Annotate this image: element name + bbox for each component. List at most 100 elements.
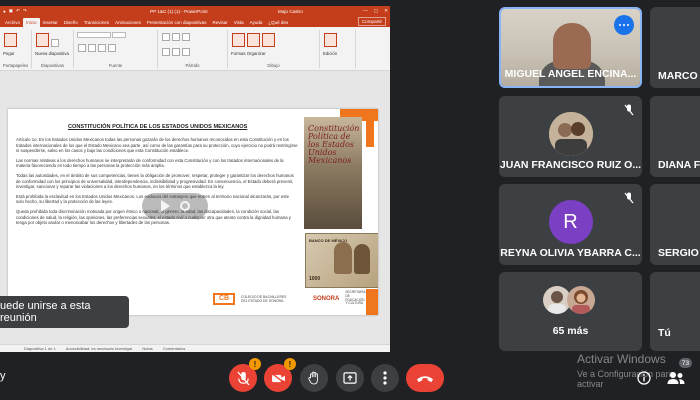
group-label: Portapapeles	[2, 63, 29, 68]
window-title: PP 1&C (1) (1) - PowerPoint	[150, 8, 208, 14]
undo-icon[interactable]: ↶	[16, 8, 20, 14]
find-icon[interactable]	[324, 33, 337, 47]
decor-bar	[366, 121, 374, 147]
arrange-label: Organizar	[246, 51, 266, 56]
windows-activation-title: Activar Windows	[577, 352, 666, 366]
participant-tile[interactable]: SERGIO A	[650, 184, 700, 265]
participant-count-badge: 73	[679, 358, 692, 368]
mic-off-icon	[624, 104, 634, 116]
constitution-image: Constitución Política de los Estados Uni…	[304, 117, 362, 229]
font-size-select[interactable]	[112, 32, 127, 38]
participant-name: JUAN FRANCISCO RUIZ O...	[499, 159, 642, 171]
meeting-name-fragment: y	[0, 370, 6, 382]
italic-icon[interactable]	[88, 44, 96, 52]
tab-inicio[interactable]: Inicio	[23, 18, 40, 27]
participant-tile[interactable]: JUAN FRANCISCO RUIZ O...	[499, 96, 642, 177]
more-participants-tile[interactable]: 65 más	[499, 272, 642, 351]
autosave-icon[interactable]: ●	[3, 9, 6, 14]
meet-window: ● ▣ ↶ ↷ PP 1&C (1) (1) - PowerPoint Majo…	[0, 0, 700, 400]
redo-icon[interactable]: ↷	[23, 8, 27, 14]
bullets-icon[interactable]	[162, 33, 170, 41]
paragraph: Las normas relativas a los derechos huma…	[16, 157, 284, 169]
edit-label: Edición	[323, 51, 338, 56]
group-label: Párrafo	[185, 63, 200, 68]
participant-name: DIANA FE	[658, 159, 700, 171]
arrange-icon[interactable]	[247, 33, 260, 47]
tab-vista[interactable]: Vista	[231, 18, 247, 27]
tab-diseno[interactable]: Diseño	[61, 18, 81, 27]
participant-tile[interactable]: MIGUEL ANGEL ENCINA...	[499, 7, 642, 88]
accessibility-status[interactable]: Accesibilidad: es necesario investigar	[66, 346, 132, 351]
play-icon[interactable]	[160, 200, 170, 212]
share-button[interactable]: Compartir	[357, 17, 386, 26]
group-portapapeles: Pegar Portapapeles	[0, 30, 32, 68]
group-label: Fuente	[108, 63, 123, 68]
new-slide-icon[interactable]	[36, 33, 49, 47]
paste-icon[interactable]	[4, 33, 17, 47]
bold-icon[interactable]	[78, 44, 86, 52]
tab-presentacion[interactable]: Presentación con diapositivas	[144, 18, 210, 27]
indent-icon[interactable]	[182, 33, 190, 41]
save-icon[interactable]: ▣	[9, 8, 13, 14]
user-name[interactable]: Majo Castro	[278, 9, 303, 14]
more-options-icon[interactable]	[614, 15, 634, 35]
microphone-button[interactable]: !	[229, 358, 261, 392]
participant-name: MARCO A	[658, 70, 700, 82]
avatar	[567, 286, 595, 314]
group-edicion: Edición	[320, 30, 356, 68]
sonora-logo: SONORA	[313, 295, 340, 302]
tab-revisar[interactable]: Revisar	[209, 18, 230, 27]
layout-icon[interactable]	[51, 39, 59, 47]
camera-off-icon	[271, 372, 285, 384]
participant-tile[interactable]: R REYNA OLIVIA YBARRA C...	[499, 184, 642, 265]
paragraph: Artículo 1o. En los Estados Unidos Mexic…	[16, 137, 298, 154]
join-notification[interactable]: uede unirse a esta reunión	[0, 296, 129, 328]
tab-insertar[interactable]: Insertar	[40, 18, 61, 27]
participant-name: REYNA OLIVIA YBARRA C...	[500, 247, 641, 259]
tab-archivo[interactable]: Archivo	[2, 18, 23, 27]
bill-value: 1000	[309, 276, 321, 282]
raise-hand-button[interactable]	[300, 364, 328, 392]
participant-tile[interactable]: MARCO A	[650, 7, 700, 88]
close-icon[interactable]: ✕	[384, 8, 388, 14]
cobach-logo: CB	[213, 292, 235, 305]
video-overlay-controls[interactable]	[142, 193, 208, 219]
align-left-icon[interactable]	[162, 48, 170, 56]
present-icon	[343, 372, 357, 384]
font-family-select[interactable]	[77, 32, 111, 38]
comments-button[interactable]: Comentarios	[163, 346, 186, 351]
tab-transiciones[interactable]: Transiciones	[81, 18, 112, 27]
tab-animaciones[interactable]: Animaciones	[112, 18, 144, 27]
notes-button[interactable]: Notas	[142, 346, 152, 351]
tell-me-search[interactable]: ¿Qué des	[265, 18, 291, 27]
join-notification-text: uede unirse a esta reunión	[0, 300, 91, 324]
slide-counter: Diapositiva 1 de 1	[24, 346, 56, 351]
mic-off-icon	[236, 371, 250, 385]
leave-call-button[interactable]	[406, 364, 444, 392]
participant-name: MIGUEL ANGEL ENCINA...	[504, 68, 637, 80]
align-right-icon[interactable]	[182, 48, 190, 56]
shapes-icon[interactable]	[232, 33, 245, 47]
quick-styles-icon[interactable]	[262, 33, 275, 47]
avatar-initial: R	[548, 200, 593, 244]
numbering-icon[interactable]	[172, 33, 180, 41]
participant-name: SERGIO A	[658, 247, 700, 259]
self-tile[interactable]: Tú	[650, 272, 700, 351]
more-vert-icon	[383, 371, 387, 385]
present-screen-button[interactable]	[336, 364, 364, 392]
underline-icon[interactable]	[98, 44, 106, 52]
ppt-statusbar: Diapositiva 1 de 1 Accesibilidad: es nec…	[0, 344, 390, 352]
footer-logos: CB COLEGIO DE BACHILLERES DEL ESTADO DE …	[213, 290, 367, 306]
participant-tile[interactable]: DIANA FE	[650, 96, 700, 177]
minimize-icon[interactable]: —	[363, 8, 368, 14]
align-center-icon[interactable]	[172, 48, 180, 56]
maximize-icon[interactable]: ▢	[374, 8, 378, 14]
group-label: Diapositivas	[40, 63, 65, 68]
paste-label: Pegar	[3, 51, 15, 56]
ribbon: Pegar Portapapeles Nueva diapositiva Dia…	[0, 27, 390, 71]
font-color-icon[interactable]	[108, 44, 116, 52]
camera-button[interactable]: !	[264, 358, 296, 392]
banknote-image: BANCO DE MÉXICO 1000	[305, 233, 378, 288]
tab-ayuda[interactable]: Ayuda	[247, 18, 266, 27]
more-options-button[interactable]	[371, 364, 399, 392]
